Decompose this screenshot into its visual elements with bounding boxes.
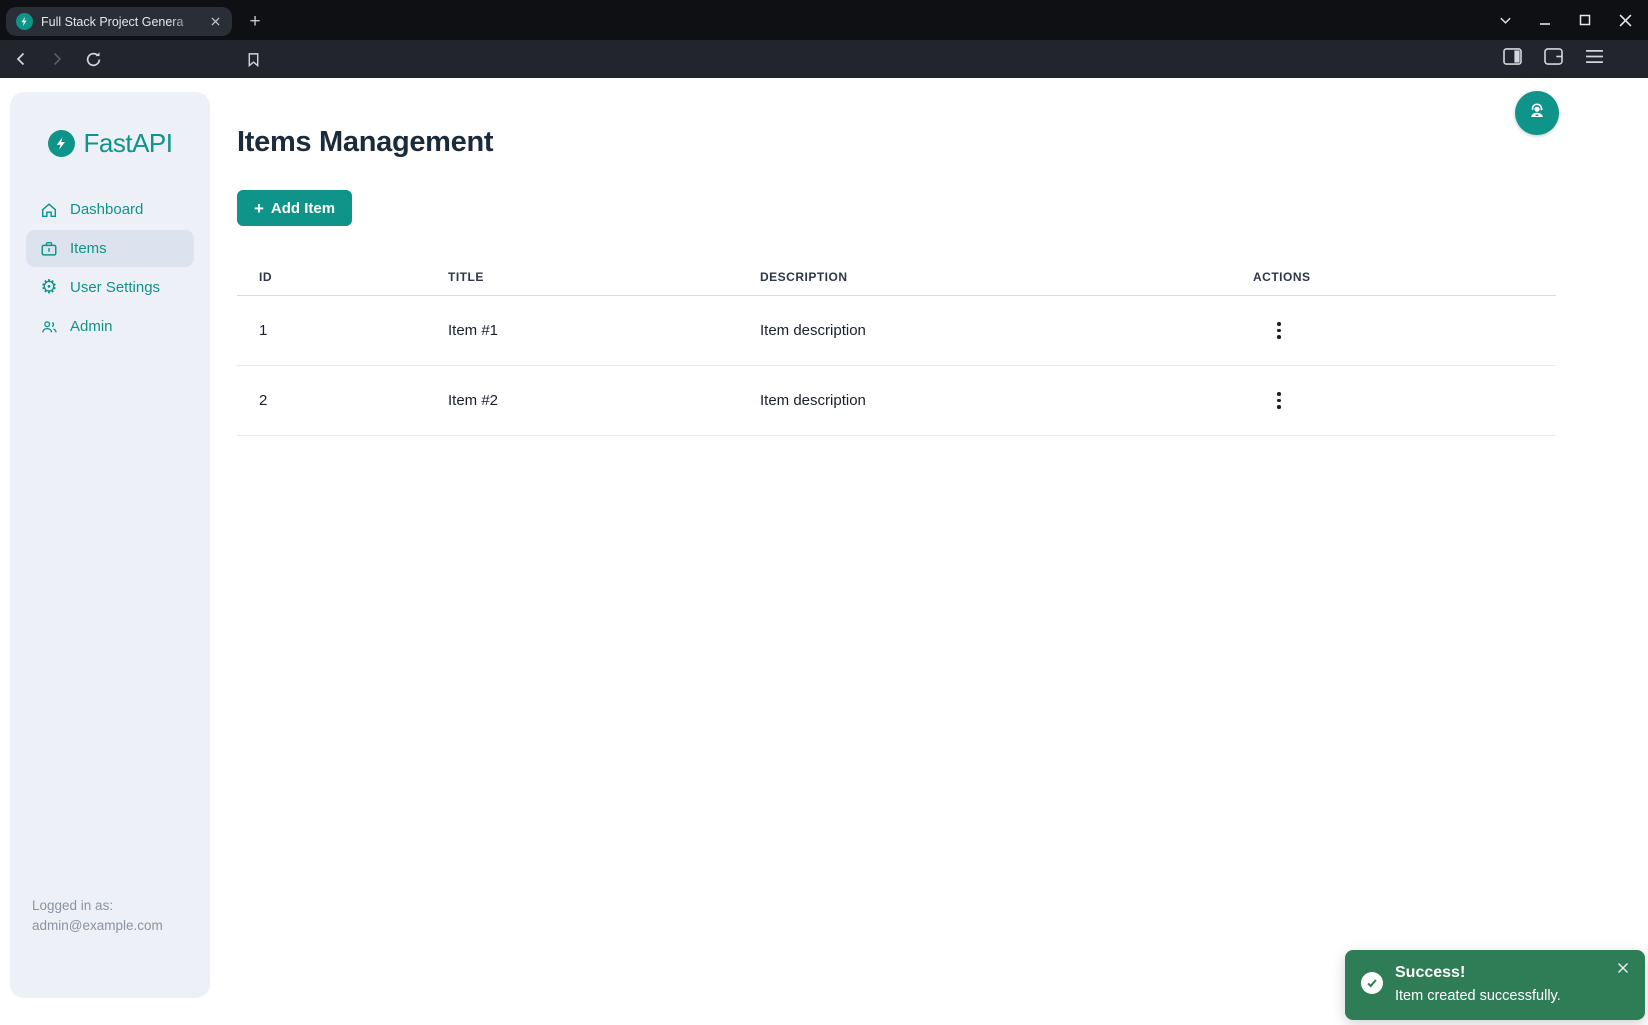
sidebar-item-dashboard[interactable]: Dashboard — [26, 191, 194, 228]
table-header-row: ID TITLE DESCRIPTION ACTIONS — [237, 258, 1556, 296]
column-header-id: ID — [237, 270, 448, 284]
sidebar: FastAPI Dashboard Items ⚙ User Settings — [10, 92, 210, 998]
sidebar-item-items[interactable]: Items — [26, 230, 194, 267]
plus-icon: + — [254, 200, 264, 217]
sidebar-panel-icon[interactable] — [1503, 48, 1522, 70]
sidebar-item-label: Items — [70, 240, 107, 257]
items-table: ID TITLE DESCRIPTION ACTIONS 1 Item #1 I… — [237, 258, 1556, 436]
sidebar-item-label: Admin — [70, 318, 113, 335]
sidebar-item-admin[interactable]: Admin — [26, 308, 194, 345]
browser-tab[interactable]: Full Stack Project Genera — [6, 7, 232, 36]
sidebar-item-label: Dashboard — [70, 201, 143, 218]
page-title: Items Management — [237, 126, 493, 159]
column-header-title: TITLE — [448, 270, 760, 284]
sidebar-item-label: User Settings — [70, 279, 160, 296]
table-row: 1 Item #1 Item description — [237, 296, 1556, 366]
table-row: 2 Item #2 Item description — [237, 366, 1556, 436]
back-button[interactable] — [8, 46, 34, 72]
window-controls — [1492, 0, 1638, 40]
user-avatar-button[interactable] — [1515, 91, 1559, 135]
add-item-button[interactable]: + Add Item — [237, 190, 352, 226]
tab-close-icon[interactable] — [206, 13, 224, 31]
gear-icon: ⚙ — [40, 279, 58, 297]
page-content: FastAPI Dashboard Items ⚙ User Settings — [0, 78, 1648, 1025]
logged-in-email: admin@example.com — [32, 916, 163, 936]
check-circle-icon — [1361, 972, 1383, 994]
reload-button[interactable] — [80, 46, 106, 72]
users-icon — [40, 318, 58, 336]
home-icon — [40, 201, 58, 219]
tab-title: Full Stack Project Genera — [41, 15, 206, 29]
menu-hamburger-icon[interactable] — [1585, 49, 1604, 69]
cell-description: Item description — [760, 392, 1253, 409]
wallet-icon[interactable] — [1544, 48, 1563, 70]
cell-id: 1 — [237, 322, 448, 339]
tab-search-chevron-icon[interactable] — [1492, 7, 1518, 33]
app-logo: FastAPI — [10, 92, 210, 159]
column-header-actions: ACTIONS — [1253, 270, 1556, 284]
add-item-label: Add Item — [271, 200, 335, 217]
column-header-description: DESCRIPTION — [760, 270, 1253, 284]
tab-favicon-icon — [16, 13, 33, 30]
row-actions-kebab-icon[interactable] — [1265, 317, 1293, 345]
fastapi-logo-icon — [48, 130, 75, 157]
toast-close-icon[interactable] — [1613, 958, 1633, 978]
browser-toolbar: i localhost/items 1 — [0, 40, 1648, 78]
maximize-button[interactable] — [1572, 7, 1598, 33]
forward-button[interactable] — [44, 46, 70, 72]
cell-title: Item #2 — [448, 392, 760, 409]
sidebar-item-user-settings[interactable]: ⚙ User Settings — [26, 269, 194, 306]
cell-id: 2 — [237, 392, 448, 409]
logged-in-info: Logged in as: admin@example.com — [32, 896, 163, 936]
row-actions-kebab-icon[interactable] — [1265, 387, 1293, 415]
close-window-button[interactable] — [1612, 7, 1638, 33]
bookmark-icon[interactable] — [240, 46, 266, 72]
sidebar-nav: Dashboard Items ⚙ User Settings Admin — [10, 191, 210, 345]
app-logo-text: FastAPI — [84, 128, 173, 159]
cell-description: Item description — [760, 322, 1253, 339]
toast-message: Item created successfully. — [1395, 988, 1561, 1004]
briefcase-icon — [40, 240, 58, 258]
cell-title: Item #1 — [448, 322, 760, 339]
minimize-button[interactable] — [1532, 7, 1558, 33]
new-tab-button[interactable]: + — [242, 9, 268, 35]
browser-tab-bar: Full Stack Project Genera + — [0, 0, 1648, 40]
logged-in-label: Logged in as: — [32, 896, 163, 916]
toast-title: Success! — [1395, 964, 1465, 982]
success-toast: Success! Item created successfully. — [1345, 950, 1645, 1020]
support-agent-icon — [1525, 99, 1549, 128]
